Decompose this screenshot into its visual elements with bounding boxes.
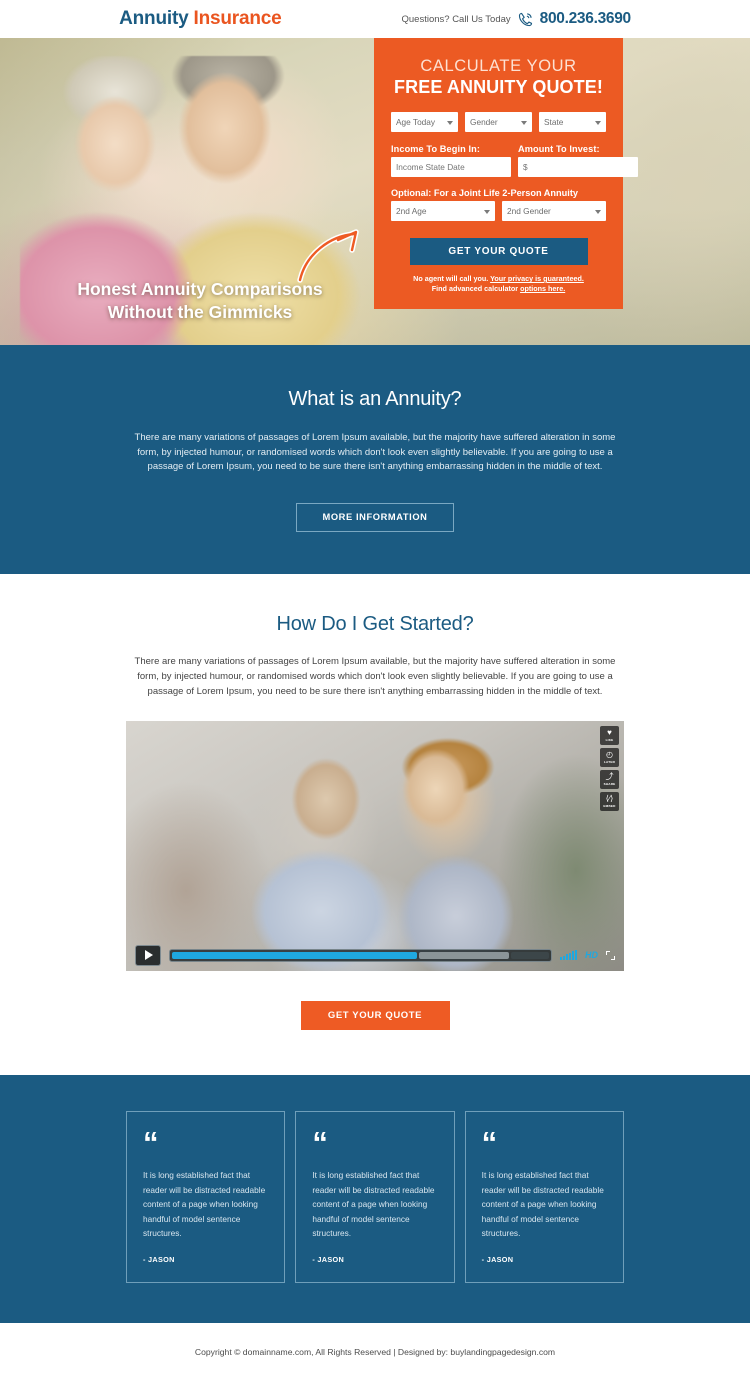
site-logo[interactable]: Annuity Insurance (119, 8, 282, 30)
embed-code-icon: ⟨∕⟩ (605, 794, 614, 804)
video-progress-fill (172, 951, 417, 959)
play-icon (145, 950, 153, 961)
get-your-quote-button[interactable]: GET YOUR QUOTE (409, 238, 588, 265)
state-value: State (544, 117, 564, 127)
chevron-down-icon (521, 121, 527, 125)
logo-secondary-text: Insurance (193, 8, 282, 29)
volume-bars-icon[interactable] (559, 950, 577, 961)
curved-arrow-icon (296, 220, 384, 286)
hero-section: Honest Annuity Comparisons Without the G… (0, 38, 750, 345)
form-title-line-1: CALCULATE YOUR (420, 57, 577, 75)
hero-headline-line-2: Without the Gimmicks (107, 301, 293, 322)
chevron-down-icon (484, 210, 490, 214)
testimonial-text: It is long established fact that reader … (312, 1170, 435, 1239)
quote-mark-icon: “ (481, 1125, 498, 1161)
video-like-label: LIKE (605, 738, 614, 743)
video-later-label: LATER (603, 760, 616, 765)
questions-label: Questions? Call Us Today (401, 13, 511, 25)
state-select[interactable]: State (539, 112, 606, 132)
options-link[interactable]: options here. (520, 284, 565, 293)
heart-icon: ♥ (607, 728, 612, 738)
video-couple-photo (126, 721, 624, 972)
video-player[interactable]: ♥ LIKE ◴ LATER ⤴ SHARE ⟨∕⟩ EMBED HD (126, 721, 624, 972)
fineprint-text-2: Find advanced calculator (431, 284, 521, 294)
video-share-button[interactable]: ⤴ SHARE (600, 770, 619, 790)
video-buffer-fill (419, 951, 509, 959)
video-quality-label[interactable]: HD (585, 950, 598, 960)
age-today-select[interactable]: Age Today (391, 112, 458, 132)
logo-primary-text: Annuity (119, 8, 189, 29)
testimonials-grid: “ It is long established fact that reade… (126, 1111, 624, 1283)
form-row-basic: Age Today Gender State (391, 112, 606, 132)
fineprint-line-2: Find advanced calculator options here. (391, 284, 606, 294)
video-like-button[interactable]: ♥ LIKE (600, 726, 619, 746)
chevron-down-icon (595, 210, 601, 214)
form-row-joint: 2nd Age 2nd Gender (391, 201, 606, 221)
amount-invest-input[interactable] (518, 157, 638, 177)
testimonial-text: It is long established fact that reader … (143, 1170, 266, 1239)
video-embed-label: EMBED (603, 804, 616, 809)
video-progress-bar[interactable] (169, 948, 552, 962)
more-information-button[interactable]: MORE INFORMATION (295, 503, 455, 533)
video-later-button[interactable]: ◴ LATER (600, 748, 619, 768)
video-control-bar: HD (126, 939, 624, 971)
testimonial-card: “ It is long established fact that reade… (126, 1111, 286, 1283)
amount-invest-label: Amount To Invest: (518, 144, 600, 154)
hero-headline: Honest Annuity Comparisons Without the G… (0, 278, 370, 323)
privacy-link[interactable]: Your privacy is guaranteed. (490, 274, 584, 283)
video-share-label: SHARE (603, 782, 616, 787)
testimonial-author: - JASON (481, 1254, 514, 1264)
what-is-annuity-section: What is an Annuity? There are many varia… (0, 345, 750, 575)
video-action-buttons: ♥ LIKE ◴ LATER ⤴ SHARE ⟨∕⟩ EMBED (600, 726, 619, 812)
quote-form-panel: CALCULATE YOUR FREE ANNUITY QUOTE! Age T… (374, 38, 638, 309)
play-button[interactable] (135, 944, 161, 966)
annuity-section-body: There are many variations of passages of… (134, 432, 616, 473)
testimonials-section: “ It is long established fact that reade… (0, 1075, 750, 1323)
get-started-quote-button[interactable]: GET YOUR QUOTE (300, 1001, 450, 1031)
quote-mark-icon: “ (143, 1125, 159, 1161)
site-footer: Copyright © domainname.com, All Rights R… (0, 1322, 750, 1381)
age-today-value: Age Today (396, 117, 436, 127)
started-section-title: How Do I Get Started? (276, 613, 474, 636)
phone-number[interactable]: 800.236.3690 (540, 10, 632, 28)
second-age-value: 2nd Age (396, 206, 427, 216)
second-age-select[interactable]: 2nd Age (391, 201, 495, 221)
income-begin-input[interactable] (391, 157, 511, 177)
testimonial-author: - JASON (143, 1254, 175, 1264)
fullscreen-icon[interactable] (606, 950, 615, 960)
video-embed-button[interactable]: ⟨∕⟩ EMBED (600, 792, 619, 812)
gender-select[interactable]: Gender (465, 112, 532, 132)
started-section-body: There are many variations of passages of… (134, 656, 616, 697)
second-gender-value: 2nd Gender (507, 206, 551, 216)
share-icon: ⤴ (605, 772, 614, 782)
footer-copyright: Copyright © domainname.com, All Rights R… (194, 1346, 556, 1357)
form-fineprint: No agent will call you. Your privacy is … (391, 274, 606, 295)
income-begin-label: Income To Begin In: (391, 144, 481, 154)
testimonial-text: It is long established fact that reader … (481, 1170, 604, 1239)
form-row-income-amount: Income To Begin In: Amount To Invest: (391, 144, 638, 177)
testimonial-card: “ It is long established fact that reade… (464, 1111, 624, 1283)
quote-mark-icon: “ (312, 1125, 328, 1161)
chevron-down-icon (595, 121, 601, 125)
testimonial-card: “ It is long established fact that reade… (295, 1111, 455, 1283)
gender-value: Gender (470, 117, 498, 127)
chevron-down-icon (447, 121, 453, 125)
get-started-section: How Do I Get Started? There are many var… (0, 574, 750, 1076)
fineprint-text-1: No agent will call you. (413, 274, 491, 283)
hero-headline-line-1: Honest Annuity Comparisons (77, 279, 323, 300)
second-gender-select[interactable]: 2nd Gender (502, 201, 606, 221)
site-header: Annuity Insurance Questions? Call Us Tod… (0, 0, 750, 38)
phone-call-icon (517, 11, 534, 28)
annuity-section-title: What is an Annuity? (288, 388, 462, 410)
video-remaining-track (510, 951, 549, 959)
form-title-line-2: FREE ANNUITY QUOTE! (394, 77, 603, 97)
clock-icon: ◴ (606, 750, 613, 760)
optional-joint-label: Optional: For a Joint Life 2-Person Annu… (391, 188, 578, 198)
fineprint-line-1: No agent will call you. Your privacy is … (391, 274, 606, 284)
testimonial-author: - JASON (312, 1254, 345, 1264)
landing-page: Annuity Insurance Questions? Call Us Tod… (0, 0, 750, 1381)
header-contact: Questions? Call Us Today 800.236.3690 (401, 10, 632, 28)
